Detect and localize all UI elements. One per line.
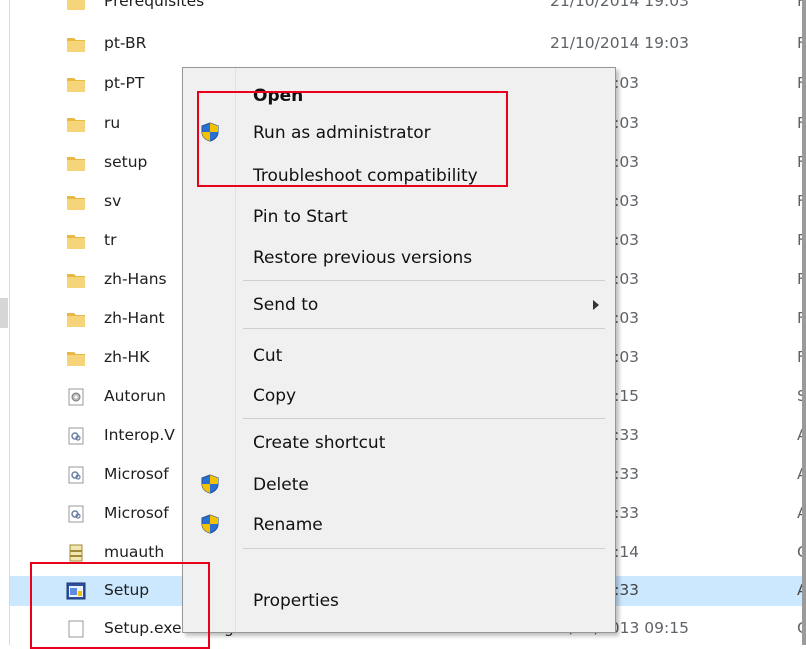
- file-name: Autorun: [104, 387, 167, 405]
- menu-item-copy[interactable]: Copy: [183, 379, 615, 413]
- menu-item-label: Properties: [253, 591, 339, 611]
- navigation-pane-scroll-thumb[interactable]: [0, 298, 8, 328]
- file-name: ru: [104, 114, 121, 132]
- menu-item-create-shortcut[interactable]: Create shortcut: [183, 426, 615, 460]
- dll-icon: [68, 505, 84, 523]
- folder-icon: [67, 78, 85, 92]
- menu-item-label: Rename: [253, 515, 323, 535]
- menu-item-send-to[interactable]: Send to: [183, 288, 615, 322]
- file-name: pt-PT: [104, 74, 145, 92]
- menu-item-pin-to-start[interactable]: Pin to Start: [183, 200, 615, 234]
- file-name: pt-BR: [104, 34, 147, 52]
- menu-separator: [243, 328, 605, 329]
- menu-item-label: Cut: [253, 346, 283, 366]
- submenu-arrow-icon: [593, 300, 599, 310]
- menu-item-label: Restore previous versions: [253, 248, 473, 268]
- file-name: Microsof: [104, 465, 169, 483]
- autorun-icon: [68, 388, 84, 406]
- menu-item-properties[interactable]: Properties: [183, 584, 615, 618]
- file-name: zh-Hant: [104, 309, 165, 327]
- menu-item-rename[interactable]: Rename: [183, 508, 615, 542]
- file-name: zh-Hans: [104, 270, 167, 288]
- file-date: 21/10/2014 19:03: [550, 0, 689, 10]
- file-name: Interop.V: [104, 426, 175, 444]
- file-row[interactable]: Prerequisites 21/10/2014 19:03 File: [10, 0, 806, 17]
- file-date: 21/10/2014 19:03: [550, 34, 689, 52]
- folder-icon: [67, 118, 85, 132]
- menu-separator: [243, 280, 605, 281]
- dll-icon: [68, 427, 84, 445]
- folder-icon: [67, 274, 85, 288]
- file-name: setup: [104, 153, 148, 171]
- file-name: Microsof: [104, 504, 169, 522]
- folder-icon: [67, 157, 85, 171]
- menu-separator: [243, 548, 605, 549]
- folder-icon: [67, 196, 85, 210]
- folder-icon: [67, 38, 85, 52]
- menu-separator: [243, 418, 605, 419]
- file-name: tr: [104, 231, 117, 249]
- annotation-highlight-run-as-admin: [197, 91, 508, 187]
- file-name: sv: [104, 192, 122, 210]
- dll-icon: [68, 466, 84, 484]
- annotation-highlight-setup: [30, 562, 210, 649]
- menu-item-label: Copy: [253, 386, 297, 406]
- file-name: muauth: [104, 543, 165, 561]
- file-name: Prerequisites: [104, 0, 205, 10]
- menu-item-delete[interactable]: Delete: [183, 468, 615, 502]
- cab-icon: [69, 544, 83, 562]
- folder-icon: [67, 0, 85, 10]
- file-row[interactable]: pt-BR 21/10/2014 19:03 File: [10, 29, 806, 59]
- folder-icon: [67, 313, 85, 327]
- uac-shield-icon: [201, 474, 219, 494]
- menu-item-label: Create shortcut: [253, 433, 386, 453]
- uac-shield-icon: [201, 514, 219, 534]
- window-edge: [802, 0, 806, 645]
- menu-item-cut[interactable]: Cut: [183, 339, 615, 373]
- menu-item-label: Pin to Start: [253, 207, 348, 227]
- folder-icon: [67, 352, 85, 366]
- menu-item-restore-previous-versions[interactable]: Restore previous versions: [183, 241, 615, 275]
- folder-icon: [67, 235, 85, 249]
- file-name: zh-HK: [104, 348, 150, 366]
- menu-item-label: Delete: [253, 475, 309, 495]
- menu-item-label: Send to: [253, 295, 319, 315]
